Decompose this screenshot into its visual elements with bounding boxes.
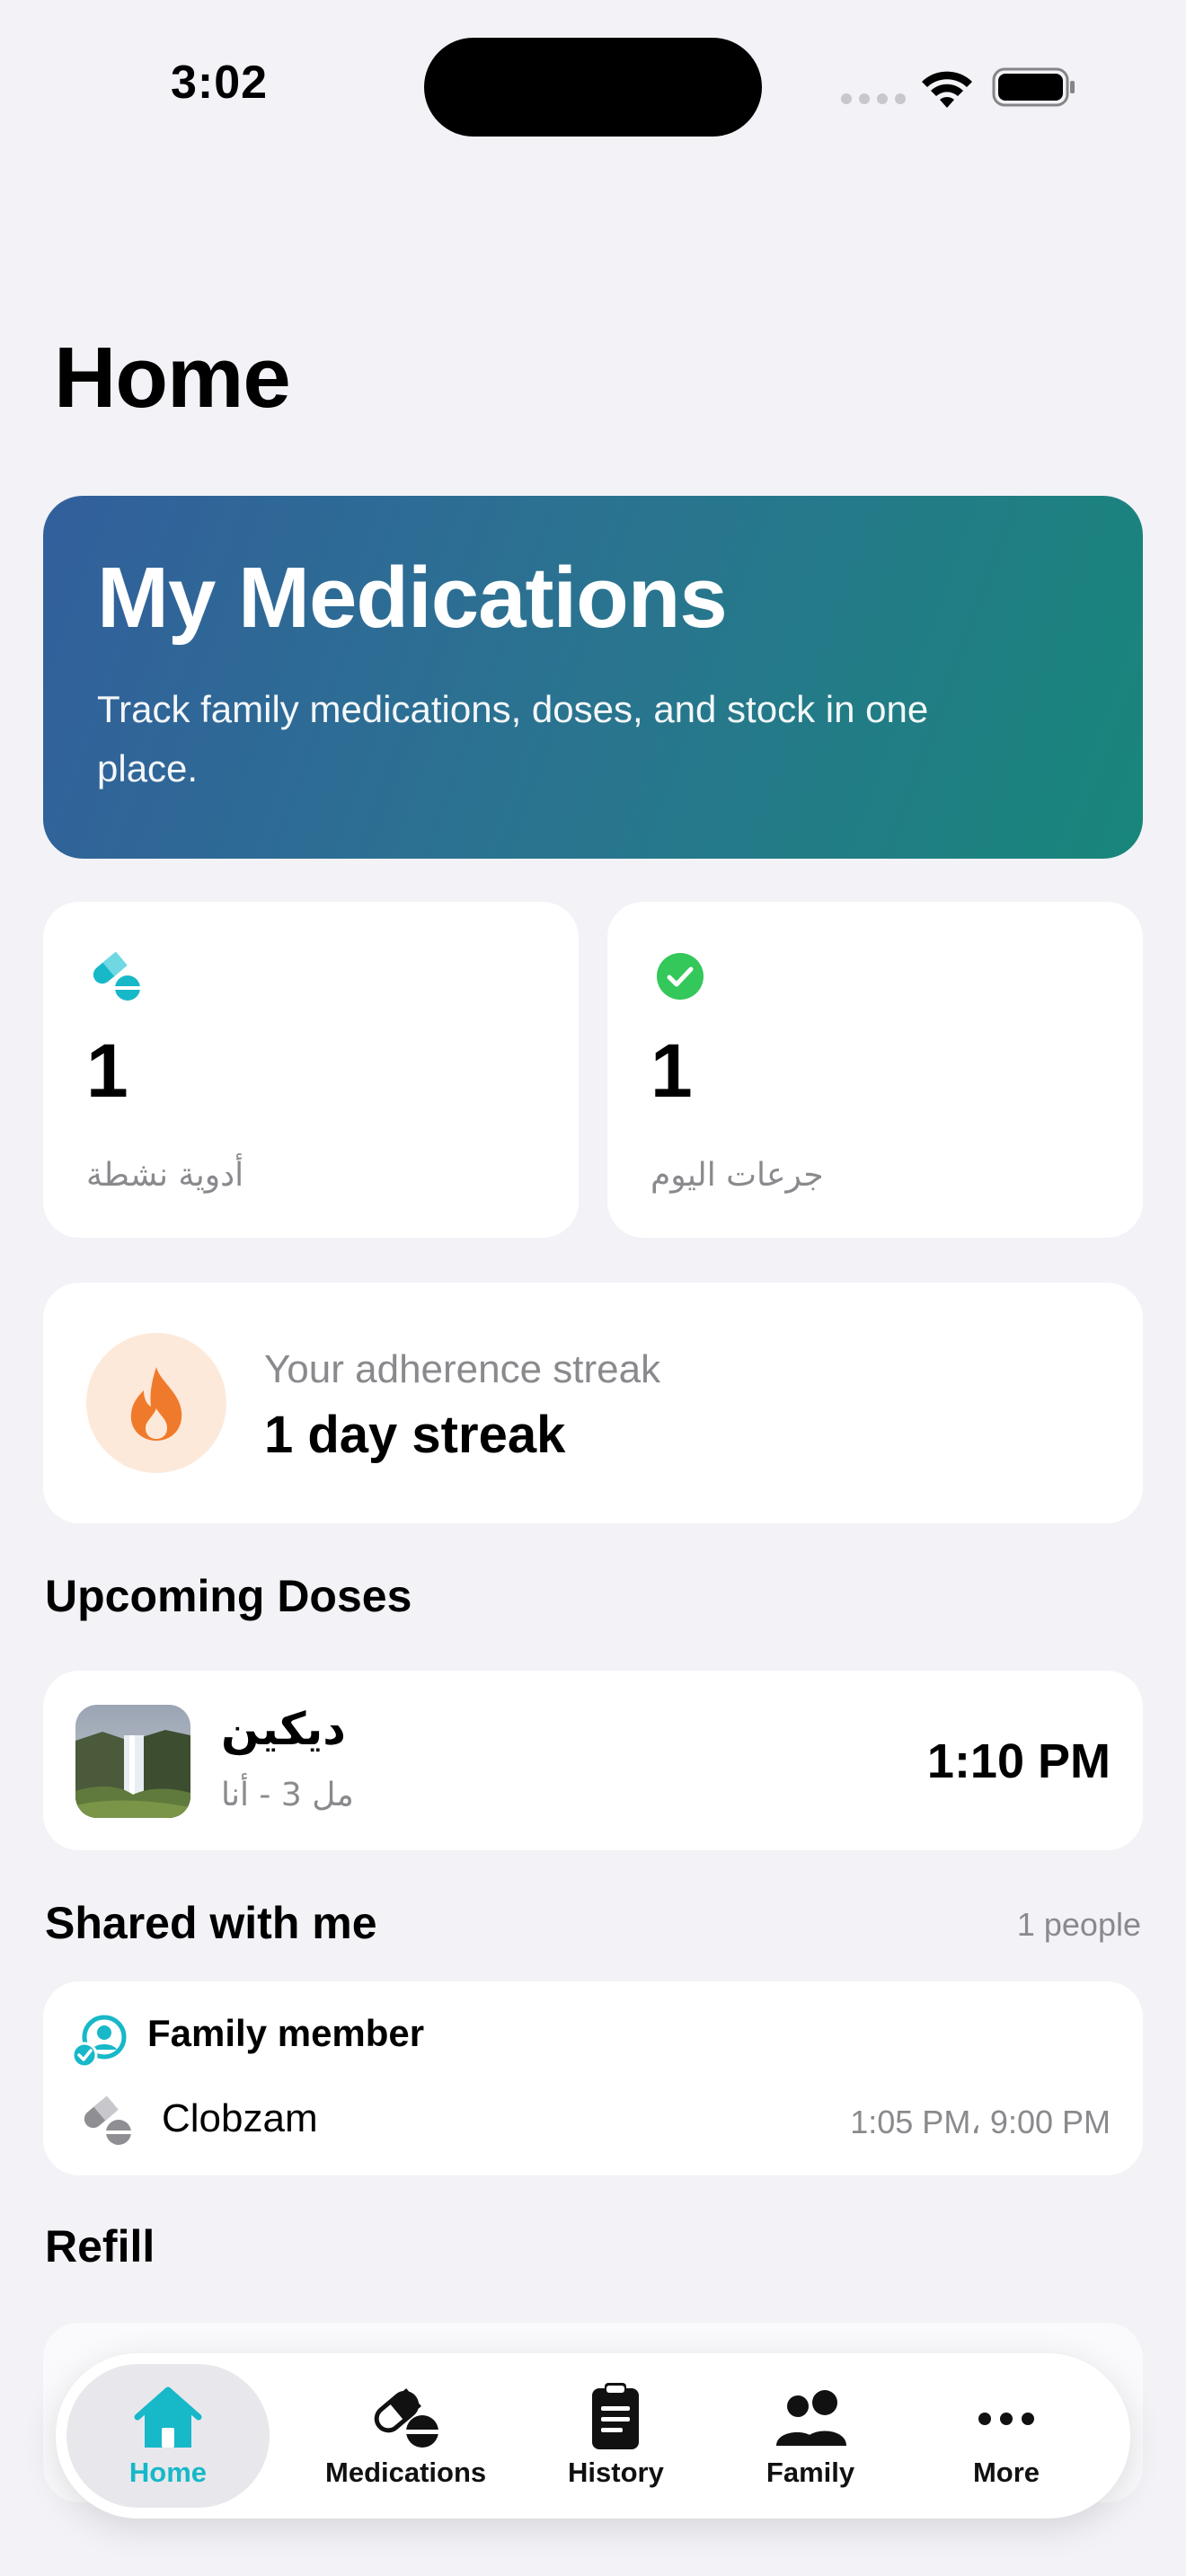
member-name: Family member (147, 2012, 425, 2054)
pills-icon (374, 2388, 440, 2448)
active-medications-card[interactable]: 1 أدوية نشطة (43, 902, 579, 1238)
streak-value: 1 day streak (264, 1406, 566, 1464)
tab-medications-label: Medications (325, 2457, 487, 2488)
shared-medication-name: Clobzam (162, 2096, 318, 2140)
clipboard-icon (592, 2383, 640, 2449)
hero-title: My Medications (97, 550, 728, 646)
upcoming-doses-heading: Upcoming Doses (45, 1571, 412, 1621)
cellular-signal-icon (841, 93, 906, 104)
tab-more[interactable]: More (969, 2353, 1044, 2519)
tab-history-label: History (568, 2457, 664, 2488)
pills-icon (93, 951, 140, 1001)
active-medications-count: 1 (86, 1028, 128, 1113)
status-time: 3:02 (171, 57, 269, 109)
page-title: Home (54, 330, 291, 426)
dynamic-island (424, 38, 762, 137)
today-doses-label: جرعات اليوم (651, 1157, 824, 1194)
ellipsis-icon (978, 2413, 1034, 2425)
medication-photo (75, 1705, 190, 1818)
refill-heading: Refill (45, 2221, 155, 2272)
tab-home[interactable]: Home (66, 2364, 270, 2508)
tab-home-label: Home (128, 2457, 208, 2488)
today-doses-card[interactable]: 1 جرعات اليوم (607, 902, 1143, 1238)
dose-detail: مل 3 - أنا (221, 1777, 354, 1813)
people-icon (776, 2390, 846, 2446)
home-icon (134, 2386, 202, 2448)
flame-badge (86, 1333, 226, 1473)
battery-icon (992, 67, 1075, 107)
tab-family-label: Family (766, 2457, 855, 2488)
shared-people-count: 1 people (1016, 1906, 1141, 1943)
shared-with-me-heading: Shared with me (45, 1898, 377, 1948)
shared-medication-times: 1:05 PM، 9:00 PM (850, 2104, 1111, 2140)
hero-subtitle: Track family medications, doses, and sto… (97, 687, 929, 790)
wifi-icon (922, 71, 972, 108)
streak-label: Your adherence streak (264, 1347, 661, 1391)
dose-time: 1:10 PM (926, 1734, 1111, 1788)
tab-more-label: More (972, 2457, 1040, 2488)
upcoming-dose-row[interactable]: ديكين مل 3 - أنا 1:10 PM (43, 1671, 1143, 1850)
tab-family[interactable]: Family (766, 2353, 855, 2519)
check-circle-icon (657, 953, 704, 1000)
adherence-streak-card[interactable]: Your adherence streak 1 day streak (43, 1283, 1143, 1523)
hero-banner: My Medications Track family medications,… (43, 496, 1143, 859)
shared-member-card[interactable]: Family member Clobzam 1:05 PM، 9:00 PM (43, 1981, 1143, 2175)
today-doses-count: 1 (651, 1028, 693, 1113)
dose-medication-name: ديكين (221, 1703, 346, 1755)
tab-history[interactable]: History (568, 2353, 664, 2519)
pills-icon (84, 2095, 131, 2145)
tab-bar: Home Medications History Family More (56, 2353, 1130, 2519)
flame-icon (130, 1367, 182, 1441)
shared-person-icon (71, 2015, 127, 2069)
active-medications-label: أدوية نشطة (86, 1157, 244, 1194)
tab-medications[interactable]: Medications (325, 2353, 486, 2519)
